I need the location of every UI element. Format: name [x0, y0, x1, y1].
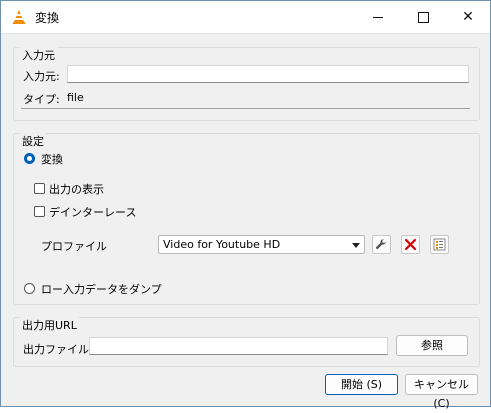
type-label: タイプ: [23, 93, 60, 106]
delete-profile-button[interactable] [401, 235, 420, 254]
title-bar: 変換 ✕ [1, 1, 490, 34]
vlc-cone-icon [13, 10, 25, 24]
window-title: 変換 [35, 11, 60, 25]
output-file-label: 出力ファイル: [23, 343, 93, 356]
maximize-button[interactable] [401, 1, 445, 33]
profile-label: プロファイル [41, 240, 107, 253]
start-button[interactable]: 開始 (S) [325, 374, 398, 395]
delete-x-icon [404, 238, 417, 251]
chevron-down-icon [352, 243, 360, 248]
convert-dialog: 変換 ✕ 入力元 入力元: タイプ: file 設定 変換 出力の表示 デインタ… [0, 0, 491, 410]
minimize-button[interactable] [356, 1, 400, 33]
minimize-icon [373, 16, 383, 18]
source-group: 入力元 [13, 47, 480, 121]
source-input-label: 入力元: [23, 70, 60, 83]
deinterlace-label: デインターレース [49, 206, 137, 219]
settings-group-label: 設定 [20, 133, 46, 149]
convert-radio[interactable] [24, 153, 35, 164]
profile-select-value: Video for Youtube HD [163, 238, 281, 251]
edit-profile-button[interactable] [372, 235, 391, 254]
source-group-label: 入力元 [20, 47, 57, 63]
new-profile-icon [433, 238, 446, 251]
destination-group-label: 出力用URL [20, 317, 79, 333]
convert-radio-label: 変換 [41, 153, 63, 166]
browse-button[interactable]: 参照 [396, 335, 468, 356]
type-value: file [67, 91, 84, 104]
wrench-icon [376, 239, 386, 249]
cancel-button[interactable]: キャンセル (C) [405, 374, 478, 410]
browse-button-label: 参照 [421, 339, 443, 352]
source-input[interactable] [67, 65, 469, 83]
raw-dump-radio[interactable] [24, 283, 35, 294]
new-profile-button[interactable] [430, 235, 449, 254]
close-icon: ✕ [462, 9, 474, 25]
profile-select[interactable]: Video for Youtube HD [158, 235, 365, 254]
cancel-button-label: キャンセル (C) [414, 378, 469, 410]
show-output-label: 出力の表示 [49, 183, 104, 196]
maximize-icon [417, 11, 429, 23]
deinterlace-checkbox[interactable] [34, 206, 45, 217]
source-separator [21, 108, 470, 109]
raw-dump-label: ロー入力データをダンプ [41, 283, 162, 296]
show-output-checkbox[interactable] [34, 183, 45, 194]
start-button-label: 開始 (S) [340, 378, 383, 391]
close-button[interactable]: ✕ [446, 1, 490, 33]
output-file-input[interactable] [89, 337, 388, 355]
